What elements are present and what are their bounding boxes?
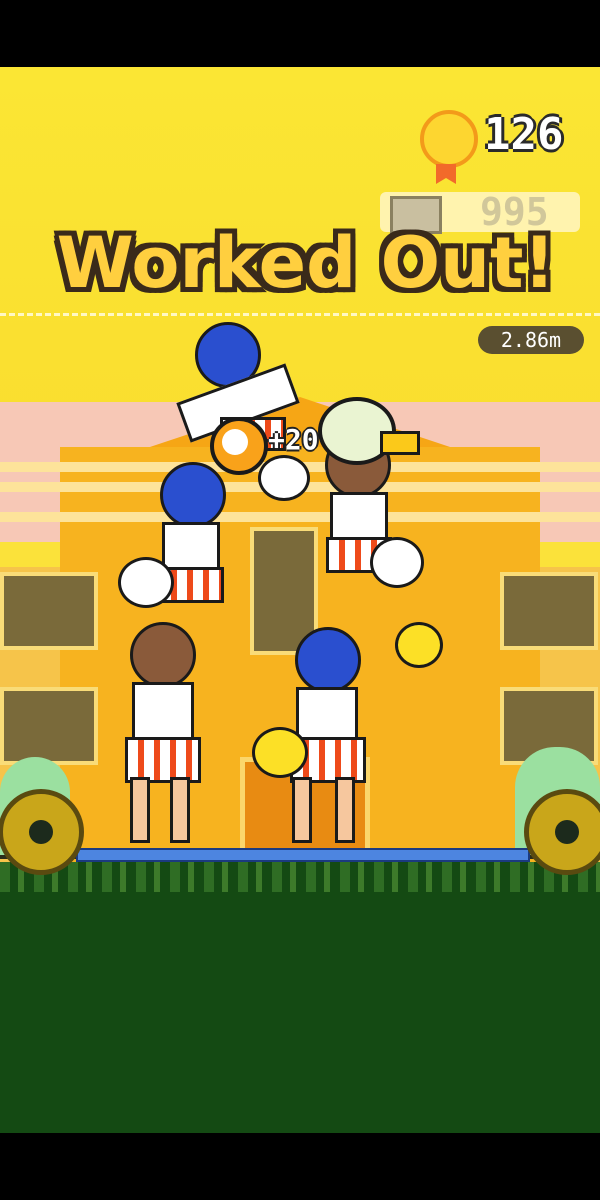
- grass-field: [0, 862, 600, 1133]
- hay-bale-left: [0, 789, 84, 875]
- window: [0, 687, 98, 765]
- height-marker-line: [0, 313, 600, 316]
- hay-bale-right: [524, 789, 600, 875]
- building-stripe: [0, 512, 600, 522]
- grass-edge: [0, 862, 600, 892]
- coin-count: 126: [484, 109, 564, 160]
- cheer-stage: [76, 848, 530, 862]
- time-bonus: +20: [268, 423, 319, 456]
- result-title: Worked Out!: [56, 222, 556, 304]
- bird-icon: [318, 397, 420, 465]
- medal-coin-icon: [420, 110, 478, 168]
- stopwatch-icon: [210, 417, 268, 475]
- window: [500, 572, 598, 650]
- window: [0, 572, 98, 650]
- game-scene[interactable]: +20 126 995 Worked Out! 2.86m: [0, 67, 600, 1133]
- height-readout: 2.86m: [478, 326, 584, 354]
